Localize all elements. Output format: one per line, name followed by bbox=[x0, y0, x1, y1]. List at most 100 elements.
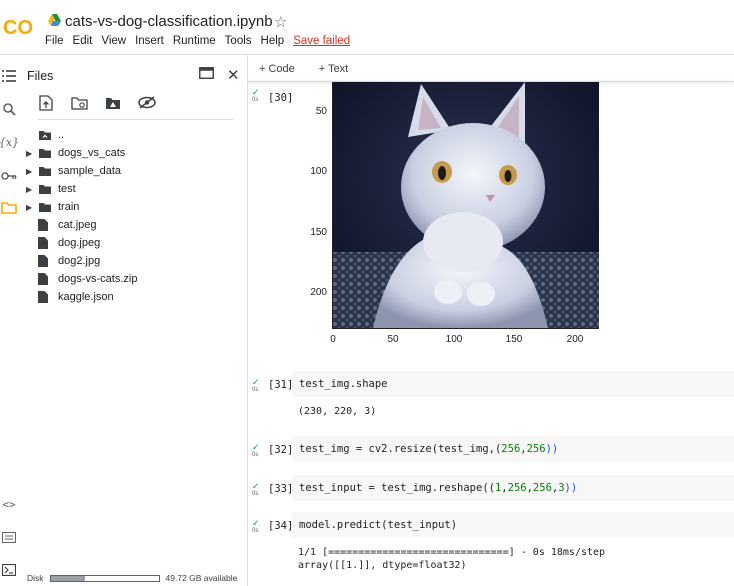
tree-item-dog-jpeg[interactable]: dog.jpeg bbox=[26, 234, 100, 252]
tree-item-label: dogs-vs-cats.zip bbox=[58, 273, 138, 285]
code-number: 1 bbox=[494, 482, 502, 494]
files-divider bbox=[37, 119, 234, 120]
plot-y-axis bbox=[332, 82, 333, 328]
execution-count: [30] bbox=[268, 92, 294, 104]
tree-item-label: dog.jpeg bbox=[58, 237, 101, 249]
tree-item-sample-data[interactable]: ▶ sample_data bbox=[26, 162, 121, 180]
code-number: 256 bbox=[501, 443, 521, 455]
x-tick-label: 200 bbox=[566, 334, 584, 345]
variables-icon[interactable]: {x} bbox=[0, 133, 19, 151]
add-code-button[interactable]: + Code bbox=[249, 63, 295, 75]
cell-time: 0s bbox=[252, 491, 259, 497]
folder-up-icon bbox=[38, 130, 52, 141]
y-tick-label: 50 bbox=[315, 106, 327, 117]
tree-item-dog2-jpg[interactable]: dog2.jpg bbox=[26, 252, 100, 270]
tree-item-label: cat.jpeg bbox=[58, 219, 97, 231]
execution-count: [32] bbox=[268, 444, 294, 456]
tree-item-parent[interactable]: .. bbox=[26, 126, 64, 144]
menu-help[interactable]: Help bbox=[261, 35, 285, 47]
cell-status-icon: ✓ 0s bbox=[252, 518, 260, 535]
code-cell-32[interactable]: test_img = cv2.resize(test_img,(256, 256)… bbox=[292, 436, 734, 462]
folder-icon bbox=[38, 202, 52, 213]
search-icon[interactable] bbox=[0, 100, 18, 118]
expand-arrow-icon[interactable]: ▶ bbox=[26, 149, 38, 158]
x-tick-label: 0 bbox=[330, 334, 336, 345]
tree-item-train[interactable]: ▶ train bbox=[26, 198, 79, 216]
cell-status-icon: ✓ 0s bbox=[252, 481, 260, 498]
expand-arrow-icon[interactable]: ▶ bbox=[26, 185, 38, 194]
table-of-contents-icon[interactable] bbox=[0, 67, 18, 85]
star-icon[interactable]: ☆ bbox=[274, 13, 287, 31]
header-divider bbox=[0, 54, 734, 55]
code-cell-33[interactable]: test_input = test_img.reshape((1, 256, 256… bbox=[292, 475, 734, 501]
menu-view[interactable]: View bbox=[101, 35, 126, 47]
tree-item-cat-jpeg[interactable]: cat.jpeg bbox=[26, 216, 97, 234]
folder-icon[interactable] bbox=[0, 199, 18, 217]
code-number: 256 bbox=[507, 482, 527, 494]
execution-count: [31] bbox=[268, 379, 294, 391]
code-number: 256 bbox=[532, 482, 552, 494]
code-text: )) bbox=[564, 482, 578, 494]
file-icon bbox=[38, 291, 52, 303]
code-number: 256 bbox=[526, 443, 546, 455]
tree-item-label: dog2.jpg bbox=[58, 255, 101, 267]
terminal-icon[interactable] bbox=[0, 561, 18, 579]
menu-insert[interactable]: Insert bbox=[135, 35, 164, 47]
code-text: test_input = test_img.reshape(( bbox=[299, 482, 495, 494]
files-panel-title: Files bbox=[27, 69, 54, 83]
disk-usage-bar bbox=[49, 574, 160, 582]
command-palette-icon[interactable] bbox=[0, 528, 18, 546]
refresh-folder-icon[interactable] bbox=[71, 97, 88, 113]
cell-output-31: (230, 220, 3) bbox=[298, 406, 377, 417]
close-panel-icon[interactable]: ✕ bbox=[227, 66, 240, 84]
cell-status-icon: ✓ 0s bbox=[252, 442, 260, 459]
colab-logo[interactable]: CO bbox=[3, 14, 37, 39]
panel-divider[interactable] bbox=[247, 55, 248, 586]
y-tick-label: 100 bbox=[310, 166, 327, 177]
menu-tools[interactable]: Tools bbox=[225, 35, 252, 47]
tree-item-label: sample_data bbox=[58, 165, 121, 177]
disk-usage: Disk 49.72 GB available bbox=[27, 573, 237, 583]
disk-usage-fill bbox=[50, 575, 86, 581]
folder-icon bbox=[38, 166, 52, 177]
tree-item-label: dogs_vs_cats bbox=[58, 147, 126, 159]
x-tick-label: 150 bbox=[505, 334, 523, 345]
key-icon[interactable] bbox=[0, 167, 18, 185]
code-cell-34[interactable]: model.predict(test_input) bbox=[292, 512, 734, 538]
hide-files-icon[interactable] bbox=[138, 96, 156, 112]
code-cell-31[interactable]: test_img.shape bbox=[292, 371, 734, 397]
tree-item-kaggle-json[interactable]: kaggle.json bbox=[26, 288, 114, 306]
logo-text: CO bbox=[3, 17, 33, 38]
tree-item-dogs-vs-cats[interactable]: ▶ dogs_vs_cats bbox=[26, 144, 125, 162]
tree-item-label: kaggle.json bbox=[58, 291, 114, 303]
expand-arrow-icon[interactable]: ▶ bbox=[26, 167, 38, 176]
mount-drive-icon[interactable] bbox=[105, 97, 121, 113]
tree-item-dogs-vs-cats-zip[interactable]: dogs-vs-cats.zip bbox=[26, 270, 137, 288]
disk-label: Disk bbox=[27, 573, 44, 583]
upload-file-icon[interactable] bbox=[39, 95, 53, 114]
notebook-title[interactable]: cats-vs-dog-classification.ipynb bbox=[65, 13, 273, 30]
folder-icon bbox=[38, 184, 52, 195]
code-snippets-icon[interactable]: <> bbox=[0, 495, 18, 513]
execution-count: [34] bbox=[268, 520, 294, 532]
tree-item-label: .. bbox=[58, 129, 65, 141]
cat-image-plot bbox=[333, 82, 599, 328]
file-icon bbox=[38, 255, 52, 267]
undock-panel-icon[interactable] bbox=[199, 67, 214, 82]
menu-runtime[interactable]: Runtime bbox=[173, 35, 216, 47]
cell-output-34-line2: array([[1.]], dtype=float32) bbox=[298, 560, 467, 571]
code-text: test_img = cv2.resize(test_img,( bbox=[299, 443, 502, 455]
tree-item-test[interactable]: ▶ test bbox=[26, 180, 76, 198]
disk-available-text: 49.72 GB available bbox=[165, 573, 238, 583]
x-tick-label: 50 bbox=[387, 334, 399, 345]
cell-time: 0s bbox=[252, 452, 259, 458]
cell-time: 0s bbox=[252, 97, 259, 103]
add-text-button[interactable]: + Text bbox=[309, 63, 348, 75]
menu-bar: File Edit View Insert Runtime Tools Help… bbox=[45, 35, 359, 47]
menu-edit[interactable]: Edit bbox=[73, 35, 93, 47]
menu-file[interactable]: File bbox=[45, 35, 64, 47]
save-status[interactable]: Save failed bbox=[293, 35, 350, 47]
expand-arrow-icon[interactable]: ▶ bbox=[26, 203, 38, 212]
file-icon bbox=[38, 237, 52, 249]
drive-icon[interactable] bbox=[48, 14, 61, 29]
